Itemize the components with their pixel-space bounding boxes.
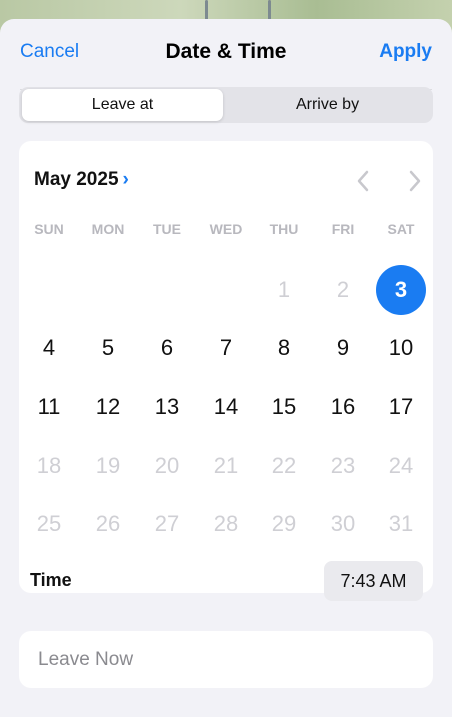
time-label: Time xyxy=(30,570,72,590)
time-picker-button[interactable]: 7:43 AM xyxy=(324,561,423,601)
chevron-right-icon: › xyxy=(122,169,129,190)
day-cell[interactable]: 5 xyxy=(83,323,133,373)
day-cell: 21 xyxy=(213,453,239,478)
day-cell[interactable]: 10 xyxy=(376,323,426,373)
day-cell[interactable]: 8 xyxy=(259,323,309,373)
day-cell: 2 xyxy=(336,277,350,302)
day-cell[interactable]: 6 xyxy=(142,323,192,373)
day-cell[interactable]: 16 xyxy=(318,382,368,432)
calendar-card: May 2025 › SUN MON TUE WED THU FRI SAT 12345678… xyxy=(19,141,433,601)
day-cell[interactable]: 9 xyxy=(318,323,368,373)
selected-day-cell[interactable]: 3 xyxy=(376,265,426,315)
chevron-right-icon xyxy=(409,170,421,192)
previous-month-button[interactable] xyxy=(352,167,376,195)
weekday-label: MON xyxy=(91,221,125,237)
day-cell: 30 xyxy=(330,511,356,536)
day-cell[interactable]: 17 xyxy=(376,382,426,432)
apply-button[interactable]: Apply xyxy=(379,41,432,63)
day-cell: 20 xyxy=(154,453,180,478)
leave-now-button[interactable]: Leave Now xyxy=(19,631,433,688)
sheet-title: Date & Time xyxy=(165,40,287,63)
leave-arrive-segmented-control: Leave at Arrive by xyxy=(19,87,433,123)
day-cell[interactable]: 7 xyxy=(201,323,251,373)
day-cell[interactable]: 4 xyxy=(24,323,74,373)
weekday-label: WED xyxy=(209,221,243,237)
day-cell: 25 xyxy=(36,511,62,536)
day-cell[interactable]: 11 xyxy=(24,382,74,432)
day-cell[interactable]: 13 xyxy=(142,382,192,432)
month-label: May 2025 xyxy=(34,169,119,190)
day-cell: 31 xyxy=(388,511,414,536)
day-cell[interactable]: 14 xyxy=(201,382,251,432)
day-cell: 24 xyxy=(388,453,414,478)
day-cell: 1 xyxy=(277,277,291,302)
month-picker-button[interactable]: May 2025 › xyxy=(34,169,129,191)
day-cell: 29 xyxy=(271,511,297,536)
weekday-label: TUE xyxy=(153,221,181,237)
day-cell: 27 xyxy=(154,511,180,536)
day-cell: 23 xyxy=(330,453,356,478)
leave-at-segment[interactable]: Leave at xyxy=(22,89,223,121)
day-cell: 26 xyxy=(95,511,121,536)
nav-bar: Cancel Date & Time Apply xyxy=(20,19,432,90)
weekday-label: SAT xyxy=(387,221,415,237)
day-cell: 19 xyxy=(95,453,121,478)
day-cell[interactable]: 15 xyxy=(259,382,309,432)
day-cell: 22 xyxy=(271,453,297,478)
day-cell[interactable]: 12 xyxy=(83,382,133,432)
day-cell: 28 xyxy=(213,511,239,536)
weekday-label: SUN xyxy=(34,221,64,237)
next-month-button[interactable] xyxy=(402,167,426,195)
chevron-left-icon xyxy=(357,170,369,192)
weekday-label: FRI xyxy=(331,221,355,237)
arrive-by-segment[interactable]: Arrive by xyxy=(227,89,428,121)
weekday-label: THU xyxy=(269,221,299,237)
day-cell: 18 xyxy=(36,453,62,478)
leave-now-label: Leave Now xyxy=(38,649,134,670)
